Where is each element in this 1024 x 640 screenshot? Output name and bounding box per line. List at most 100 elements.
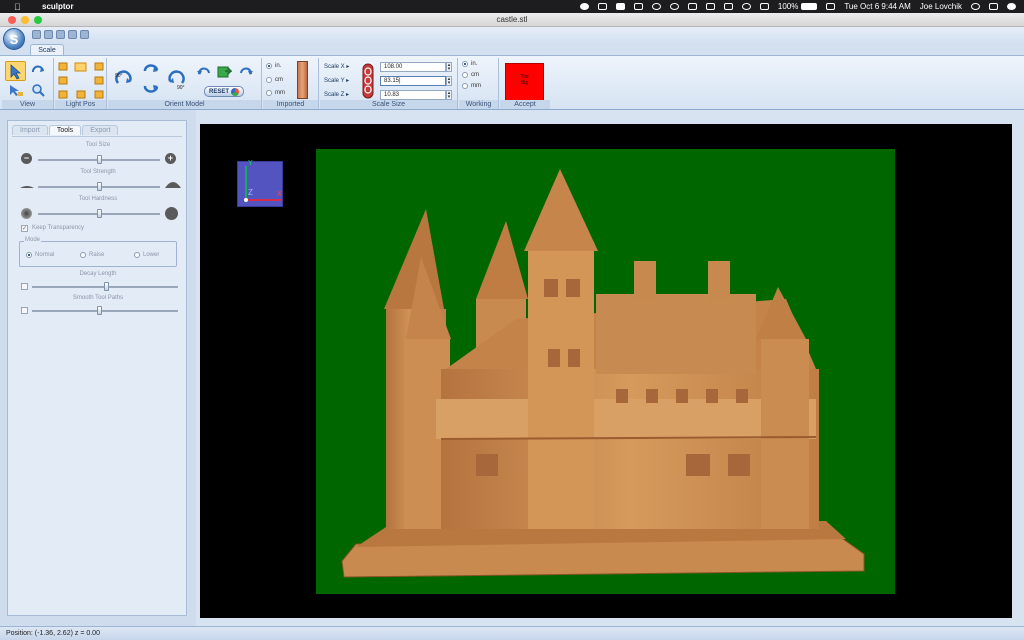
decay-length-slider[interactable] [32,282,178,291]
axis-gizmo-svg [244,166,282,202]
tool-size-thumb[interactable] [97,155,102,164]
keep-transparency-checkbox[interactable]: ✓ [21,225,28,232]
imported-unit-in[interactable]: in. [266,63,281,69]
scale-y-label[interactable]: Scale Y ▸ [324,77,349,84]
window-controls [8,16,42,24]
box-icon[interactable] [633,3,643,10]
reset-button[interactable]: RESET [204,86,244,97]
select-tool-button[interactable] [5,61,26,81]
minimize-window-button[interactable] [21,16,29,24]
close-window-button[interactable] [8,16,16,24]
siri-icon[interactable] [1007,3,1016,10]
mode-raise-label: Raise [89,252,105,258]
zoom-window-button[interactable] [34,16,42,24]
accept-button[interactable]: Too Big [505,63,544,101]
group-view: View [2,58,54,109]
status-bar: Position: (-1.36, 2.62) z = 0.00 [0,626,1024,640]
mode-raise[interactable]: Raise [80,252,104,258]
scale-y-spinner[interactable]: ▴ ▾ [446,76,452,86]
working-unit-in-label: in. [471,61,478,67]
user-name[interactable]: Joe Lovchik [920,2,962,11]
flip-down-icon[interactable] [142,80,160,96]
tool-strength-slider[interactable] [38,182,160,191]
redo-icon[interactable] [44,30,53,39]
dropdown-icon[interactable] [80,30,89,39]
app-logo-button[interactable]: S [3,28,25,50]
clock[interactable]: Tue Oct 6 9:44 AM [844,2,910,11]
scale-z-input[interactable]: 10.83 [380,90,446,100]
group-accept-label: Accept [500,100,550,109]
smooth-tool-paths-checkbox[interactable] [21,307,28,314]
tool-hardness-thumb[interactable] [97,209,102,218]
tab-tools[interactable]: Tools [48,125,82,135]
creative-cloud-icon[interactable] [651,3,661,10]
volume-icon[interactable] [759,3,769,10]
light-position-grid[interactable] [58,61,104,99]
imported-unit-mm[interactable]: mm [266,90,285,96]
battery-icon [801,3,818,10]
scale-y-input[interactable]: 83.15| [380,76,446,86]
working-unit-cm[interactable]: cm [462,72,479,78]
redo-orient-icon[interactable] [238,65,254,79]
zoom-view-icon[interactable] [31,83,45,97]
decay-length-checkbox[interactable] [21,283,28,290]
scale-x-label[interactable]: Scale X ▸ [324,63,349,70]
save-icon[interactable] [56,30,65,39]
bluetooth-icon[interactable] [723,3,733,10]
lock-proportions-icon[interactable] [362,63,374,99]
mode-lower-label: Lower [143,252,160,258]
accept-text-line2: Big [520,80,529,86]
spotlight-icon[interactable] [971,3,980,10]
scale-z-spinner[interactable]: ▴ ▾ [446,90,452,100]
undo-orient-icon[interactable] [196,65,212,79]
group-orient-model: 90° 90° RESET Orient Model [108,58,262,109]
app-menu-name[interactable]: sculptor [42,2,74,11]
undo-icon[interactable] [32,30,41,39]
status-icon[interactable] [579,3,589,10]
group-working: in. cm mm Working [459,58,499,109]
decay-length-thumb[interactable] [104,282,109,291]
mode-lower[interactable]: Lower [134,252,159,258]
imported-unit-cm[interactable]: cm [266,77,283,83]
link-icon[interactable] [687,3,697,10]
weak-strength-icon [20,186,34,188]
apple-menu-icon[interactable]:  [14,2,24,12]
airplay-icon[interactable] [705,3,715,10]
scale-z-label[interactable]: Scale Z ▸ [324,91,349,98]
working-unit-in[interactable]: in. [462,61,477,67]
tool-size-slider[interactable] [38,155,160,164]
control-center-icon[interactable] [989,3,998,10]
increase-size-icon[interactable]: + [165,153,176,164]
scale-x-input[interactable]: 108.00 [380,62,446,72]
keep-transparency-label: Keep Transparency [32,225,85,231]
rotate-90-right-icon[interactable]: 90° [166,68,186,90]
wifi-icon[interactable] [741,3,751,10]
quick-access-icons [32,30,89,39]
battery-indicator[interactable]: 100% [778,2,818,11]
help-icon[interactable] [68,30,77,39]
decrease-size-icon[interactable]: − [21,153,32,164]
flag-icon[interactable] [826,3,836,10]
cloud-icon[interactable] [597,3,607,10]
export-orient-icon[interactable] [216,64,232,79]
group-light-pos: Light Pos [55,58,107,109]
working-unit-mm[interactable]: mm [462,83,481,89]
tool-icon[interactable] [669,3,679,10]
scale-x-spinner[interactable]: ▴ ▾ [446,62,452,72]
castle-model[interactable] [316,149,895,594]
smooth-tool-paths-thumb[interactable] [97,306,102,315]
pan-view-icon[interactable] [8,83,24,97]
adobe-icon[interactable] [615,3,625,10]
tab-import[interactable]: Import [12,125,48,135]
mode-normal[interactable]: Normal [26,252,54,258]
rotate-view-icon[interactable] [30,63,46,77]
smooth-tool-paths-slider[interactable] [32,306,178,315]
group-working-label: Working [459,100,498,109]
tab-export[interactable]: Export [82,125,119,135]
tool-strength-thumb[interactable] [97,182,102,191]
rotate-90-left-icon[interactable]: 90° [114,68,134,90]
tool-hardness-slider[interactable] [38,209,160,218]
flip-up-icon[interactable] [142,61,160,77]
group-orient-model-label: Orient Model [108,100,261,109]
radio-icon [266,63,272,69]
